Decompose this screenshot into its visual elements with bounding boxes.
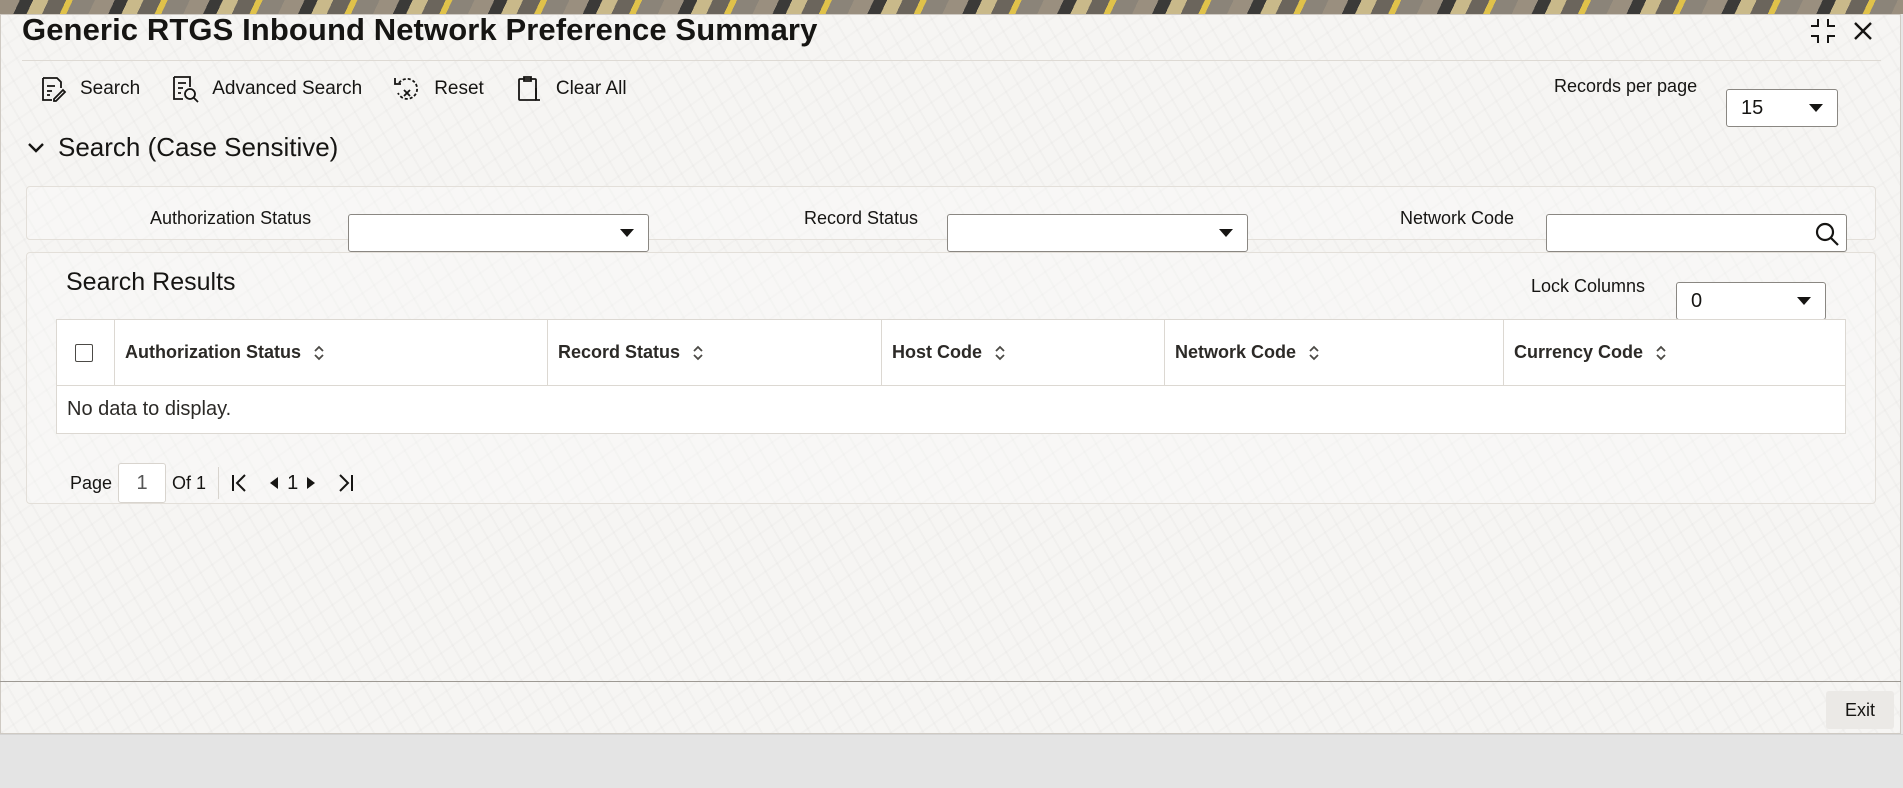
results-table: Authorization Status Record Status Host … — [56, 319, 1846, 434]
records-per-page-label: Records per page — [1554, 76, 1698, 96]
page-label: Page — [70, 472, 113, 493]
title-divider — [22, 60, 1881, 61]
next-page-icon[interactable] — [304, 475, 318, 491]
previous-page-icon[interactable] — [267, 475, 281, 491]
network-code-label: Network Code — [1400, 208, 1515, 228]
authorization-status-label: Authorization Status — [150, 208, 312, 228]
search-icon[interactable] — [1814, 221, 1840, 247]
page-title: Generic RTGS Inbound Network Preference … — [22, 12, 818, 47]
reset-icon — [394, 78, 419, 100]
page-number-input[interactable]: 1 — [118, 463, 167, 503]
column-host-code[interactable]: Host Code — [881, 320, 1164, 385]
reset-button-label: Reset — [434, 78, 484, 99]
select-all-checkbox[interactable] — [75, 343, 93, 362]
authorization-status-select[interactable] — [348, 214, 649, 252]
column-record-status[interactable]: Record Status — [547, 320, 881, 385]
sort-icon — [693, 345, 703, 360]
records-per-page-value: 15 — [1741, 96, 1764, 119]
chevron-down-icon — [1797, 297, 1811, 305]
chevron-down-icon — [1809, 104, 1823, 112]
shrink-icon[interactable] — [1806, 14, 1840, 48]
exit-button[interactable]: Exit — [1826, 691, 1894, 729]
record-status-label: Record Status — [804, 208, 919, 228]
bottom-status-bar — [0, 734, 1903, 788]
search-button[interactable]: Search — [38, 74, 140, 104]
lock-columns-value: 0 — [1691, 289, 1703, 312]
chevron-down-icon — [28, 142, 44, 153]
search-button-label: Search — [80, 78, 141, 99]
search-icon — [42, 77, 67, 102]
advanced-search-button[interactable]: Advanced Search — [170, 74, 362, 104]
clear-all-button-label: Clear All — [555, 78, 627, 99]
column-authorization-status[interactable]: Authorization Status — [114, 320, 547, 385]
close-icon[interactable] — [1846, 14, 1880, 48]
search-results-title: Search Results — [66, 268, 236, 296]
last-page-icon[interactable] — [334, 472, 356, 494]
chevron-down-icon — [620, 229, 634, 237]
record-status-select[interactable] — [947, 214, 1248, 252]
clear-all-button[interactable]: Clear All — [514, 74, 627, 104]
pagination-divider — [218, 467, 220, 499]
sort-icon — [1309, 345, 1319, 360]
records-per-page-select[interactable]: 15 — [1726, 89, 1838, 127]
pagination: Page 1 Of 1 1 — [70, 463, 356, 503]
sort-icon — [995, 345, 1005, 360]
lock-columns-select[interactable]: 0 — [1676, 282, 1826, 320]
network-code-input[interactable] — [1546, 214, 1847, 252]
column-currency-code[interactable]: Currency Code — [1503, 320, 1845, 385]
select-all-cell — [57, 320, 114, 385]
footer-divider — [0, 681, 1901, 682]
search-section-title: Search (Case Sensitive) — [58, 132, 339, 162]
advanced-search-icon — [173, 76, 199, 103]
advanced-search-button-label: Advanced Search — [212, 78, 363, 99]
chevron-down-icon — [1219, 229, 1233, 237]
reset-button[interactable]: Reset — [392, 74, 484, 104]
clear-all-icon — [517, 76, 540, 101]
first-page-icon[interactable] — [229, 472, 251, 494]
page-of-label: Of 1 — [172, 472, 207, 493]
empty-table-message: No data to display. — [67, 398, 232, 420]
sort-icon — [1656, 345, 1666, 360]
table-header: Authorization Status Record Status Host … — [57, 320, 1845, 386]
toolbar: Search Advanced Search Reset Clear All — [38, 74, 627, 104]
current-page-number: 1 — [287, 471, 299, 494]
search-section-toggle[interactable]: Search (Case Sensitive) — [26, 132, 338, 163]
sort-icon — [314, 345, 324, 360]
column-network-code[interactable]: Network Code — [1164, 320, 1503, 385]
lock-columns-label: Lock Columns — [1531, 276, 1646, 296]
